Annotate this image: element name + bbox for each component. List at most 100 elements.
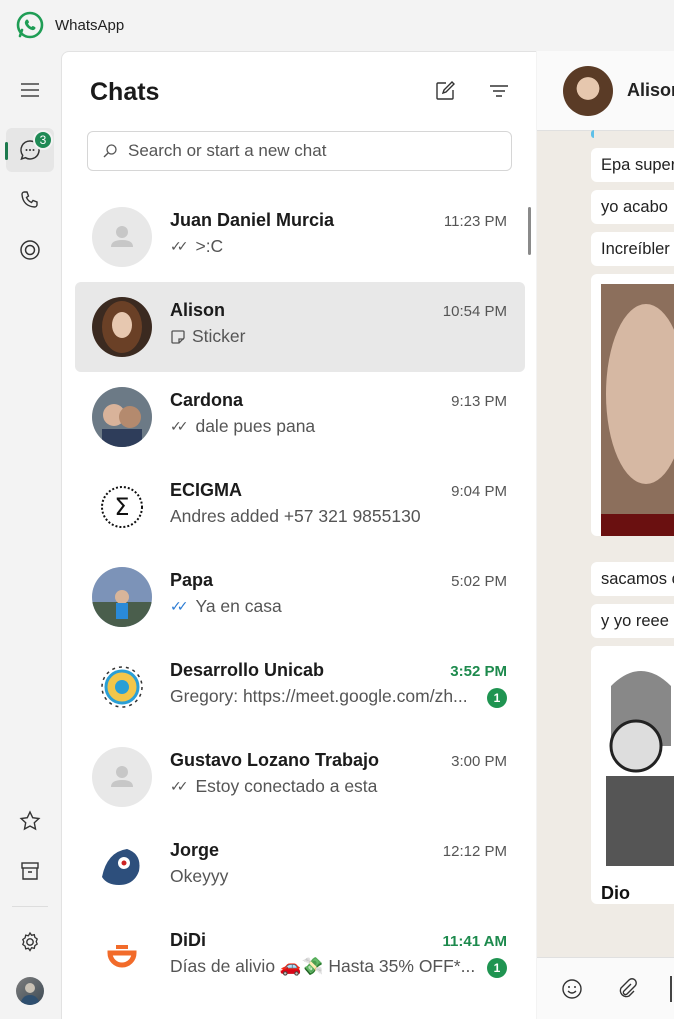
double-check-icon: ✓✓ <box>170 418 189 434</box>
chat-row[interactable]: Desarrollo Unicab 3:52 PM Gregory: https… <box>75 642 525 732</box>
sigma-icon: Σ <box>101 486 143 528</box>
chat-row[interactable]: Σ ECIGMA 9:04 PM Andres added +57 321 98… <box>75 462 525 552</box>
chat-time: 11:41 AM <box>442 933 507 950</box>
business-avatar <box>92 927 152 987</box>
chat-preview: Andres added +57 321 9855130 <box>170 506 475 527</box>
unread-badge: 1 <box>487 958 507 978</box>
chat-row[interactable]: Jorge 12:12 PM Okeyyy <box>75 822 525 912</box>
message-bubble[interactable]: Epa super <box>591 148 674 182</box>
message-bubble[interactable]: sacamos c <box>591 562 674 596</box>
chat-row[interactable]: Gustavo Lozano Trabajo 3:00 PM ✓✓ Estoy … <box>75 732 525 822</box>
quoted-message <box>591 130 594 138</box>
chat-preview: ✓✓ Estoy conectado a esta <box>170 776 475 797</box>
chat-time: 9:04 PM <box>451 483 507 500</box>
chat-time: 9:13 PM <box>451 393 507 410</box>
chat-name: Alison <box>170 300 226 320</box>
chat-preview-text: Sticker <box>192 326 246 346</box>
sticker-message[interactable]: Dio <box>591 646 674 904</box>
active-indicator <box>5 142 8 160</box>
chat-time: 10:54 PM <box>442 303 507 320</box>
contact-avatar <box>92 837 152 897</box>
default-avatar <box>92 207 152 267</box>
conversation-avatar[interactable] <box>563 66 613 116</box>
contact-avatar <box>92 297 152 357</box>
message-bubble[interactable]: yo acabo <box>591 190 674 224</box>
unicab-logo-icon <box>101 666 143 708</box>
archived-nav-button[interactable] <box>6 849 54 893</box>
chat-name: ECIGMA <box>170 480 242 500</box>
chat-time: 5:02 PM <box>451 573 507 590</box>
chats-panel: Chats Juan Daniel Murcia 11:23 PM ✓✓ >:C <box>61 51 536 1019</box>
message-input-edge[interactable] <box>670 976 672 1002</box>
menu-button[interactable] <box>6 68 54 112</box>
search-box[interactable] <box>87 131 512 171</box>
attach-icon[interactable] <box>616 978 638 1000</box>
double-check-icon: ✓✓ <box>170 778 189 794</box>
double-check-read-icon: ✓✓ <box>170 598 189 614</box>
whatsapp-logo-icon <box>16 11 44 39</box>
new-chat-button[interactable] <box>432 78 458 104</box>
default-avatar <box>92 747 152 807</box>
status-icon <box>20 240 40 260</box>
page-title: Chats <box>90 78 160 106</box>
chat-row[interactable]: Juan Daniel Murcia 11:23 PM ✓✓ >:C <box>75 192 525 282</box>
didi-logo-icon <box>107 945 137 968</box>
chat-time: 11:23 PM <box>443 213 507 230</box>
chat-name: Juan Daniel Murcia <box>170 210 335 230</box>
chat-row[interactable]: Papa 5:02 PM ✓✓ Ya en casa <box>75 552 525 642</box>
chat-time: 3:00 PM <box>451 753 507 770</box>
gear-icon <box>21 931 39 952</box>
nav-rail: 3 <box>0 50 60 1019</box>
sticker-icon <box>171 329 185 344</box>
chat-row[interactable]: DiDi 11:41 AM Días de alivio 🚗💸 Hasta 35… <box>75 912 525 1002</box>
status-nav-button[interactable] <box>6 228 54 272</box>
emoji-icon[interactable] <box>561 978 583 1000</box>
chat-list-scrollbar[interactable] <box>528 207 531 255</box>
conversation-pane: Alison Epa super yo acabo Increíbler sac… <box>537 51 674 1019</box>
chat-preview-text: Gregory: https://meet.google.com/zh... <box>170 686 468 706</box>
chat-name: Gustavo Lozano Trabajo <box>170 750 380 770</box>
chat-time: 12:12 PM <box>442 843 507 860</box>
chat-preview: Okeyyy <box>170 866 475 887</box>
star-icon <box>19 810 41 831</box>
chat-list: Juan Daniel Murcia 11:23 PM ✓✓ >:C Aliso… <box>75 192 525 1002</box>
hamburger-icon <box>21 83 39 97</box>
chat-time: 3:52 PM <box>450 663 507 680</box>
message-bubble[interactable]: Increíbler <box>591 232 674 266</box>
settings-nav-button[interactable] <box>6 920 54 964</box>
chat-preview-text: Andres added +57 321 9855130 <box>170 506 421 526</box>
message-bubble[interactable]: y yo reee <box>591 604 674 638</box>
conversation-header[interactable]: Alison <box>537 51 674 131</box>
person-icon <box>111 226 133 247</box>
chat-row[interactable]: Cardona 9:13 PM ✓✓ dale pues pana <box>75 372 525 462</box>
starred-nav-button[interactable] <box>6 799 54 843</box>
cat-photo <box>601 284 674 536</box>
archive-icon <box>21 862 39 880</box>
chat-name: Papa <box>170 570 214 590</box>
phone-icon <box>21 191 38 208</box>
chat-name: Cardona <box>170 390 244 410</box>
search-input[interactable] <box>128 141 498 161</box>
double-check-icon: ✓✓ <box>170 238 189 254</box>
chat-preview: Días de alivio 🚗💸 Hasta 35% OFF*... <box>170 956 475 977</box>
chat-preview-text: Okeyyy <box>170 866 229 886</box>
profile-avatar[interactable] <box>16 977 44 1005</box>
manga-sticker <box>601 656 674 866</box>
chat-preview: ✓✓ dale pues pana <box>170 416 475 437</box>
chat-preview-text: Estoy conectado a esta <box>195 776 378 796</box>
contact-avatar <box>92 567 152 627</box>
chat-row[interactable]: Alison 10:54 PM Sticker <box>75 282 525 372</box>
title-bar: WhatsApp <box>0 0 674 50</box>
image-message[interactable] <box>591 274 674 536</box>
app-title: WhatsApp <box>55 17 125 34</box>
unread-badge: 1 <box>487 688 507 708</box>
search-icon <box>103 144 117 158</box>
svg-text:Σ: Σ <box>114 493 129 521</box>
chat-preview: ✓✓ Ya en casa <box>170 596 475 617</box>
conversation-name: Alison <box>627 80 674 100</box>
calls-nav-button[interactable] <box>6 178 54 222</box>
rail-divider <box>12 906 48 907</box>
contact-avatar <box>92 387 152 447</box>
chat-preview-text: >:C <box>195 236 224 256</box>
filter-button[interactable] <box>486 78 512 104</box>
